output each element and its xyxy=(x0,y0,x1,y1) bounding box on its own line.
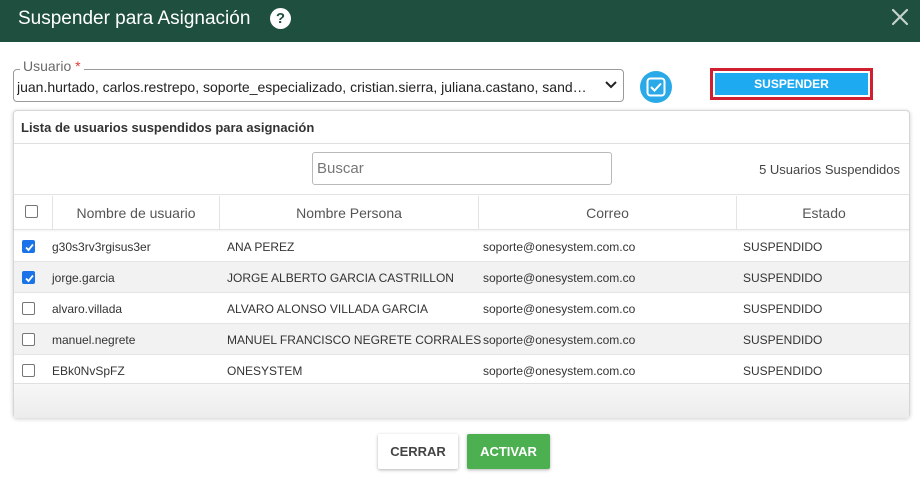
status-cell: SUSPENDIDO xyxy=(743,302,823,316)
row-checkbox[interactable] xyxy=(22,271,35,284)
table-row[interactable]: jorge.garcia JORGE ALBERTO GARCIA CASTRIL… xyxy=(14,262,909,293)
row-checkbox[interactable] xyxy=(22,333,35,346)
status-cell: SUSPENDIDO xyxy=(743,271,823,285)
panel-header: Lista de usuarios suspendidos para asign… xyxy=(14,111,909,144)
table-row[interactable]: EBk0NvSpFZ ONESYSTEM soporte@onesystem.com… xyxy=(14,355,909,386)
search-input[interactable] xyxy=(312,152,612,185)
user-select-value: juan.hurtado, carlos.restrepo, soporte_e… xyxy=(17,79,589,95)
suspended-users-panel: Lista de usuarios suspendidos para asign… xyxy=(13,110,910,418)
person-cell: JORGE ALBERTO GARCIA CASTRILLON xyxy=(227,271,454,285)
user-select-label: Usuario * xyxy=(20,58,84,74)
select-all-cell xyxy=(14,196,53,230)
suspend-button[interactable]: SUSPENDER xyxy=(715,73,868,95)
email-cell: soporte@onesystem.com.co xyxy=(483,240,636,254)
suspend-dialog: Suspender para Asignación ? juan.hurtado… xyxy=(0,0,920,477)
column-username[interactable]: Nombre de usuario xyxy=(53,196,220,230)
panel-title: Lista de usuarios suspendidos para asign… xyxy=(21,120,315,135)
person-cell: MANUEL FRANCISCO NEGRETE CORRALES xyxy=(227,333,482,347)
username-cell: EBk0NvSpFZ xyxy=(52,364,125,378)
activate-button[interactable]: ACTIVAR xyxy=(467,434,550,469)
column-email[interactable]: Correo xyxy=(479,196,737,230)
confirm-check-button[interactable] xyxy=(640,71,672,103)
suspend-button-highlight: SUSPENDER xyxy=(710,68,873,100)
person-cell: ONESYSTEM xyxy=(227,364,303,378)
dialog-title: Suspender para Asignación xyxy=(18,8,251,29)
status-cell: SUSPENDIDO xyxy=(743,240,823,254)
close-icon[interactable] xyxy=(888,5,912,29)
email-cell: soporte@onesystem.com.co xyxy=(483,333,636,347)
column-person[interactable]: Nombre Persona xyxy=(220,196,479,230)
table-row[interactable]: alvaro.villada ALVARO ALONSO VILLADA GARC… xyxy=(14,293,909,324)
user-select[interactable]: juan.hurtado, carlos.restrepo, soporte_e… xyxy=(13,69,624,102)
search-row: 5 Usuarios Suspendidos xyxy=(14,145,909,195)
person-cell: ALVARO ALONSO VILLADA GARCIA xyxy=(227,302,428,316)
chevron-down-icon xyxy=(605,81,617,89)
checkbox-check-icon xyxy=(646,77,666,97)
row-checkbox[interactable] xyxy=(22,364,35,377)
required-mark: * xyxy=(75,58,81,74)
help-circle-icon[interactable]: ? xyxy=(270,8,291,29)
close-button[interactable]: CERRAR xyxy=(378,434,458,469)
status-cell: SUSPENDIDO xyxy=(743,364,823,378)
username-cell: alvaro.villada xyxy=(52,302,123,316)
user-label-text: Usuario xyxy=(23,58,72,74)
username-cell: g30s3rv3rgisus3er xyxy=(52,240,151,254)
table-footer xyxy=(14,383,909,418)
person-cell: ANA PEREZ xyxy=(227,240,295,254)
dialog-titlebar: Suspender para Asignación ? xyxy=(0,0,920,42)
username-cell: jorge.garcia xyxy=(52,271,115,285)
email-cell: soporte@onesystem.com.co xyxy=(483,364,636,378)
table-row[interactable]: manuel.negrete MANUEL FRANCISCO NEGRETE C… xyxy=(14,324,909,355)
row-checkbox[interactable] xyxy=(22,302,35,315)
username-cell: manuel.negrete xyxy=(52,333,136,347)
row-checkbox[interactable] xyxy=(22,240,35,253)
email-cell: soporte@onesystem.com.co xyxy=(483,271,636,285)
email-cell: soporte@onesystem.com.co xyxy=(483,302,636,316)
table-row[interactable]: g30s3rv3rgisus3er ANA PEREZ soporte@onesys… xyxy=(14,231,909,262)
select-all-checkbox[interactable] xyxy=(25,205,38,218)
table-header: Nombre de usuario Nombre Persona Correo … xyxy=(14,196,909,230)
column-status[interactable]: Estado xyxy=(737,196,911,230)
suspended-count: 5 Usuarios Suspendidos xyxy=(759,162,900,177)
status-cell: SUSPENDIDO xyxy=(743,333,823,347)
